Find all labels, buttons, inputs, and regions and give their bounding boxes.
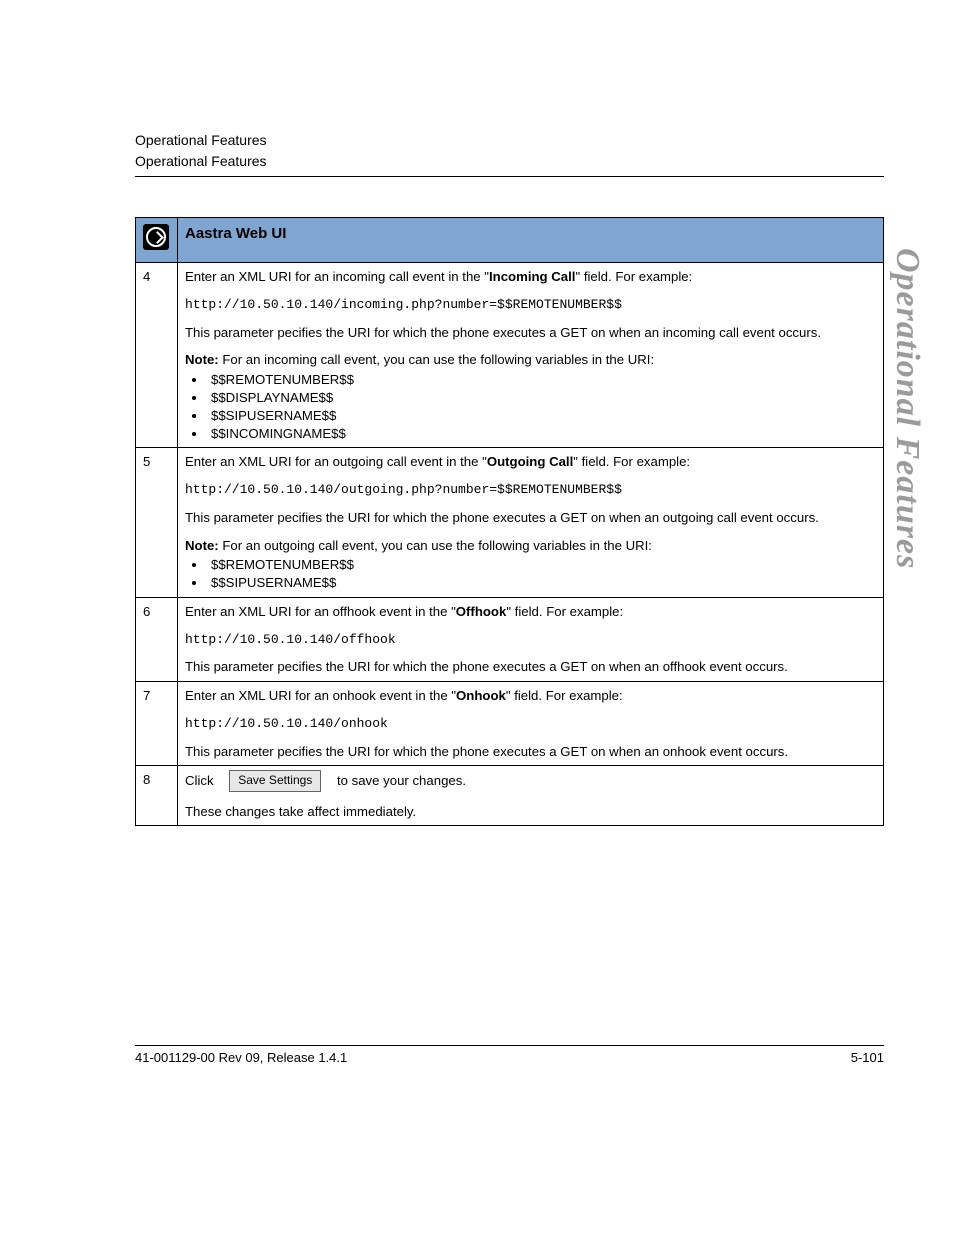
step-intro-post: " field. For example: <box>506 688 623 703</box>
note-label: Note: <box>185 352 219 367</box>
step-desc: This parameter pecifies the URI for whic… <box>185 509 876 527</box>
list-item: $$REMOTENUMBER$$ <box>207 371 876 389</box>
table-row: 5 Enter an XML URI for an outgoing call … <box>136 448 884 598</box>
side-chapter-label: Operational Features <box>888 248 926 569</box>
footer-left: 41-001129-00 Rev 09, Release 1.4.1 <box>135 1050 347 1065</box>
page-header: Operational Features Operational Feature… <box>135 130 884 172</box>
table-icon-cell <box>136 218 178 263</box>
step-intro-post: " field. For example: <box>573 454 690 469</box>
step-desc: These changes take affect immediately. <box>185 803 876 821</box>
procedure-table: Aastra Web UI 4 Enter an XML URI for an … <box>135 217 884 826</box>
table-row: 4 Enter an XML URI for an incoming call … <box>136 263 884 448</box>
list-item: $$INCOMINGNAME$$ <box>207 425 876 443</box>
step-desc: This parameter pecifies the URI for whic… <box>185 658 876 676</box>
code-sample: http://10.50.10.140/offhook <box>185 631 876 649</box>
step-intro-bold: Incoming Call <box>489 269 575 284</box>
list-item: $$SIPUSERNAME$$ <box>207 574 876 592</box>
step-content: Enter an XML URI for an onhook event in … <box>178 682 884 766</box>
footer-rule <box>135 1045 884 1046</box>
variable-list: $$REMOTENUMBER$$ $$SIPUSERNAME$$ <box>185 556 876 592</box>
step-intro-bold: Offhook <box>456 604 507 619</box>
step-intro-pre: Enter an XML URI for an onhook event in … <box>185 688 456 703</box>
page-footer: 41-001129-00 Rev 09, Release 1.4.1 5-101 <box>135 1045 884 1065</box>
list-item: $$REMOTENUMBER$$ <box>207 556 876 574</box>
step-intro-pre: Enter an XML URI for an incoming call ev… <box>185 269 489 284</box>
step-number: 6 <box>136 598 178 682</box>
header-line-1: Operational Features <box>135 130 884 151</box>
table-row: 8 Click Save Settings to save your chang… <box>136 766 884 826</box>
header-rule <box>135 176 884 177</box>
code-sample: http://10.50.10.140/onhook <box>185 715 876 733</box>
note-text: For an outgoing call event, you can use … <box>219 538 652 553</box>
step-desc: This parameter pecifies the URI for whic… <box>185 324 876 342</box>
header-line-2: Operational Features <box>135 151 884 172</box>
web-ui-icon <box>143 224 169 250</box>
click-word: Click <box>185 773 214 788</box>
save-settings-button[interactable]: Save Settings <box>229 770 321 791</box>
step-number: 5 <box>136 448 178 598</box>
step-content: Enter an XML URI for an outgoing call ev… <box>178 448 884 598</box>
code-sample: http://10.50.10.140/incoming.php?number=… <box>185 296 876 314</box>
footer-right: 5-101 <box>851 1050 884 1065</box>
step-intro-bold: Outgoing Call <box>487 454 573 469</box>
step-desc: This parameter pecifies the URI for whic… <box>185 743 876 761</box>
variable-list: $$REMOTENUMBER$$ $$DISPLAYNAME$$ $$SIPUS… <box>185 371 876 442</box>
code-sample: http://10.50.10.140/outgoing.php?number=… <box>185 481 876 499</box>
step-content: Enter an XML URI for an incoming call ev… <box>178 263 884 448</box>
step-number: 4 <box>136 263 178 448</box>
list-item: $$SIPUSERNAME$$ <box>207 407 876 425</box>
step-content: Click Save Settings to save your changes… <box>178 766 884 826</box>
note-label: Note: <box>185 538 219 553</box>
step-intro-pre: Enter an XML URI for an offhook event in… <box>185 604 456 619</box>
step-intro-post: " field. For example: <box>575 269 692 284</box>
step-intro-bold: Onhook <box>456 688 506 703</box>
table-title: Aastra Web UI <box>178 218 884 263</box>
step-number: 8 <box>136 766 178 826</box>
table-row: 7 Enter an XML URI for an onhook event i… <box>136 682 884 766</box>
step-content: Enter an XML URI for an offhook event in… <box>178 598 884 682</box>
table-row: 6 Enter an XML URI for an offhook event … <box>136 598 884 682</box>
list-item: $$DISPLAYNAME$$ <box>207 389 876 407</box>
step-intro-pre: Enter an XML URI for an outgoing call ev… <box>185 454 487 469</box>
step-number: 7 <box>136 682 178 766</box>
click-post: to save your changes. <box>337 773 466 788</box>
step-intro-post: " field. For example: <box>506 604 623 619</box>
note-text: For an incoming call event, you can use … <box>219 352 654 367</box>
